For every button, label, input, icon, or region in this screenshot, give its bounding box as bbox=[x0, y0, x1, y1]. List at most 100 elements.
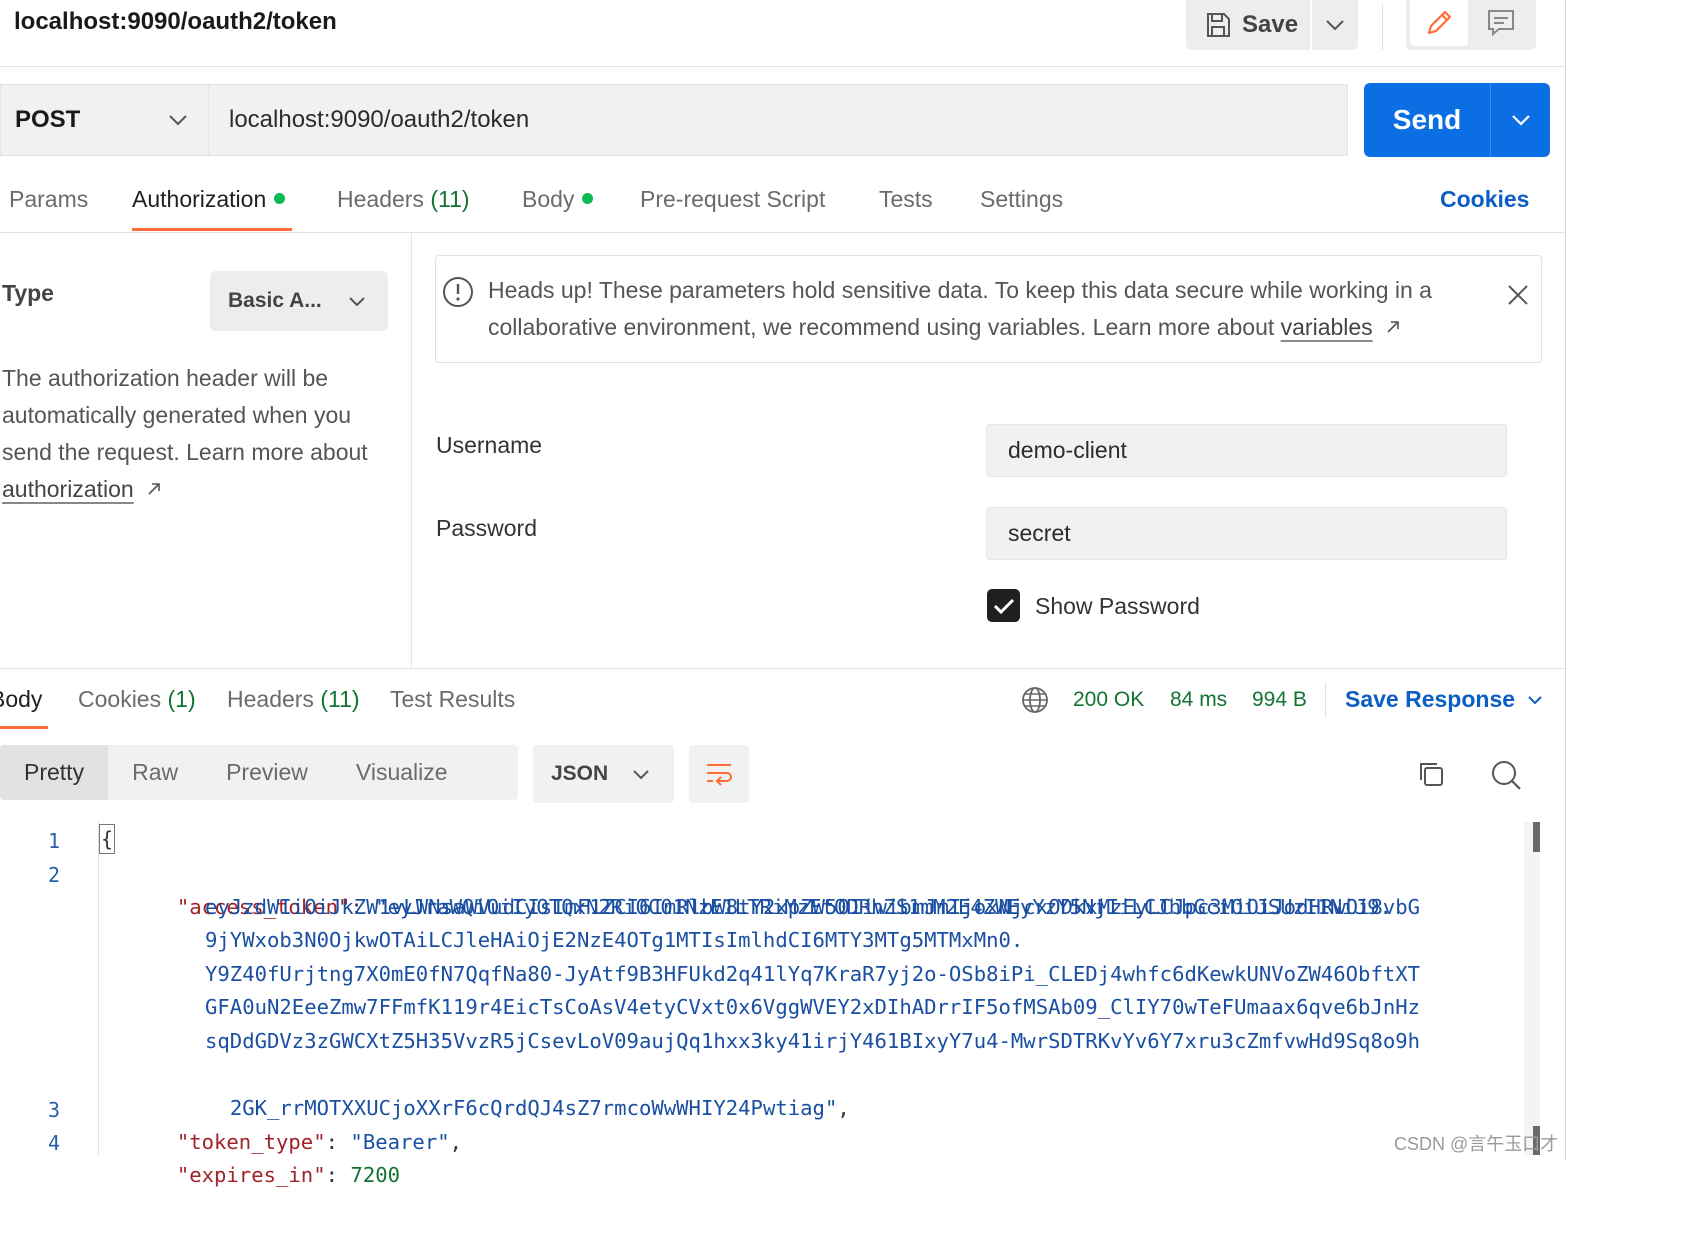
save-dropdown-button[interactable] bbox=[1312, 0, 1358, 50]
globe-icon[interactable] bbox=[1021, 686, 1049, 714]
view-mode-group: Pretty Raw Preview Visualize bbox=[0, 745, 518, 800]
response-time[interactable]: 84 ms bbox=[1170, 688, 1227, 712]
alert-message: Heads up! These parameters hold sensitiv… bbox=[488, 272, 1488, 346]
response-tab-test-results[interactable]: Test Results bbox=[390, 686, 515, 713]
show-password-checkbox[interactable] bbox=[987, 589, 1020, 622]
show-password-label[interactable]: Show Password bbox=[1035, 593, 1200, 620]
chevron-down-icon bbox=[633, 769, 649, 779]
tab-headers-label: Headers bbox=[337, 186, 424, 212]
status-divider bbox=[1325, 682, 1326, 718]
response-tab-body[interactable]: Body bbox=[0, 686, 42, 713]
wrap-lines-button[interactable] bbox=[689, 745, 749, 803]
comment-icon bbox=[1488, 10, 1514, 37]
json-string: sqDdGDVz3zGWCXtZ5H35VvzR5jCsevLoV09aujQq… bbox=[205, 1029, 1421, 1053]
external-link-icon bbox=[1387, 321, 1399, 333]
password-field[interactable]: secret bbox=[986, 507, 1507, 560]
view-visualize-button[interactable]: Visualize bbox=[332, 745, 472, 800]
auth-panel-divider bbox=[411, 233, 412, 669]
format-value: JSON bbox=[551, 762, 609, 785]
tab-pre-request-script[interactable]: Pre-request Script bbox=[640, 186, 825, 218]
variables-docs-link[interactable]: variables bbox=[1281, 314, 1373, 340]
save-response-label: Save Response bbox=[1345, 686, 1516, 712]
chevron-down-icon bbox=[1326, 20, 1344, 31]
comments-button[interactable] bbox=[1472, 0, 1530, 46]
tab-headers-count: (11) bbox=[430, 186, 470, 212]
json-key: "expires_in" bbox=[176, 1162, 326, 1187]
json-string: eyJzdWIiOiJkZW1vLWNsaWVudCIsImF1ZCI6ImRl… bbox=[205, 895, 1421, 919]
method-select[interactable]: POST bbox=[0, 84, 208, 156]
tab-body[interactable]: Body bbox=[522, 186, 594, 218]
watermark: CSDN @言午玉口才 bbox=[1394, 1134, 1559, 1154]
code-scrollbar-thumb[interactable] bbox=[1533, 822, 1540, 852]
password-label: Password bbox=[436, 515, 537, 541]
json-comma: , bbox=[837, 1095, 850, 1120]
tab-authorization[interactable]: Authorization bbox=[132, 186, 286, 218]
request-response-divider bbox=[0, 668, 1566, 669]
response-tab-headers[interactable]: Headers (11) bbox=[227, 686, 360, 713]
format-select[interactable]: JSON bbox=[533, 745, 674, 803]
json-number: 7200 bbox=[350, 1162, 401, 1187]
edit-button[interactable] bbox=[1410, 0, 1468, 46]
auth-type-label: Type bbox=[2, 280, 54, 306]
chevron-down-icon bbox=[1528, 695, 1542, 704]
username-field[interactable]: demo-client bbox=[986, 424, 1507, 477]
active-response-tab-underline bbox=[0, 726, 48, 729]
header-divider bbox=[1382, 4, 1383, 50]
info-icon bbox=[443, 277, 473, 307]
copy-icon[interactable] bbox=[1416, 759, 1446, 789]
json-string: Y9Z40fUrjtng7X0mE0fN7QqfNa80-JyAtf9B3HFU… bbox=[205, 962, 1421, 986]
auth-help-text: The authorization header will be automat… bbox=[2, 360, 402, 508]
response-tab-headers-label: Headers bbox=[227, 686, 314, 712]
status-code[interactable]: 200 OK bbox=[1073, 688, 1144, 712]
pencil-icon bbox=[1427, 10, 1452, 35]
external-link-icon bbox=[148, 483, 160, 495]
active-tab-underline bbox=[132, 228, 292, 231]
chevron-down-icon bbox=[169, 115, 187, 126]
view-pretty-button[interactable]: Pretty bbox=[0, 745, 109, 800]
view-raw-button[interactable]: Raw bbox=[108, 745, 202, 800]
json-open-brace: { bbox=[99, 824, 116, 854]
auth-type-value: Basic A... bbox=[228, 289, 322, 312]
response-tab-cookies[interactable]: Cookies (1) bbox=[78, 686, 196, 713]
send-button[interactable]: Send bbox=[1364, 104, 1490, 136]
tab-settings[interactable]: Settings bbox=[980, 186, 1063, 218]
tabs-divider-line bbox=[0, 232, 1566, 233]
tab-params[interactable]: Params bbox=[9, 186, 88, 218]
code-gutter-divider bbox=[98, 822, 99, 1155]
tab-tests[interactable]: Tests bbox=[879, 186, 933, 218]
save-button[interactable]: Save bbox=[1186, 0, 1310, 50]
request-title[interactable]: localhost:9090/oauth2/token bbox=[14, 8, 337, 36]
view-preview-button[interactable]: Preview bbox=[202, 745, 332, 800]
auth-type-select[interactable]: Basic A... bbox=[210, 271, 388, 331]
line-number: 4 bbox=[47, 1131, 60, 1155]
cookies-link[interactable]: Cookies bbox=[1440, 186, 1529, 213]
tab-body-label: Body bbox=[522, 186, 575, 212]
send-button-group: Send bbox=[1364, 83, 1550, 157]
auth-help-body: The authorization header will be automat… bbox=[2, 365, 368, 465]
json-colon: : bbox=[325, 1162, 351, 1187]
username-label: Username bbox=[436, 432, 543, 458]
send-options-button[interactable] bbox=[1491, 83, 1550, 157]
close-icon[interactable] bbox=[1506, 283, 1530, 307]
active-indicator-dot bbox=[582, 193, 594, 205]
response-size[interactable]: 994 B bbox=[1252, 688, 1307, 712]
code-scrollbar[interactable] bbox=[1524, 822, 1540, 1155]
response-tab-cookies-label: Cookies bbox=[78, 686, 162, 712]
json-comma: , bbox=[449, 1129, 463, 1154]
wrap-lines-icon bbox=[707, 764, 732, 786]
json-string: GFA0uN2EeeZmw7FFmfK119r4EicTsCoAsV4etyCV… bbox=[205, 995, 1421, 1019]
active-indicator-dot bbox=[274, 193, 286, 205]
tab-authorization-label: Authorization bbox=[132, 186, 267, 212]
line-number: 3 bbox=[47, 1098, 60, 1122]
save-response-button[interactable]: Save Response bbox=[1345, 686, 1543, 713]
header-divider-line bbox=[0, 66, 1566, 67]
authorization-docs-link[interactable]: authorization bbox=[2, 476, 134, 502]
url-input[interactable]: localhost:9090/oauth2/token bbox=[208, 84, 1348, 156]
search-icon[interactable] bbox=[1490, 759, 1522, 791]
save-label: Save bbox=[1242, 11, 1299, 38]
line-number: 2 bbox=[47, 863, 60, 887]
method-value: POST bbox=[15, 106, 81, 133]
chevron-down-icon bbox=[1511, 115, 1530, 126]
tab-headers[interactable]: Headers (11) bbox=[337, 186, 470, 218]
save-icon bbox=[1207, 13, 1230, 37]
